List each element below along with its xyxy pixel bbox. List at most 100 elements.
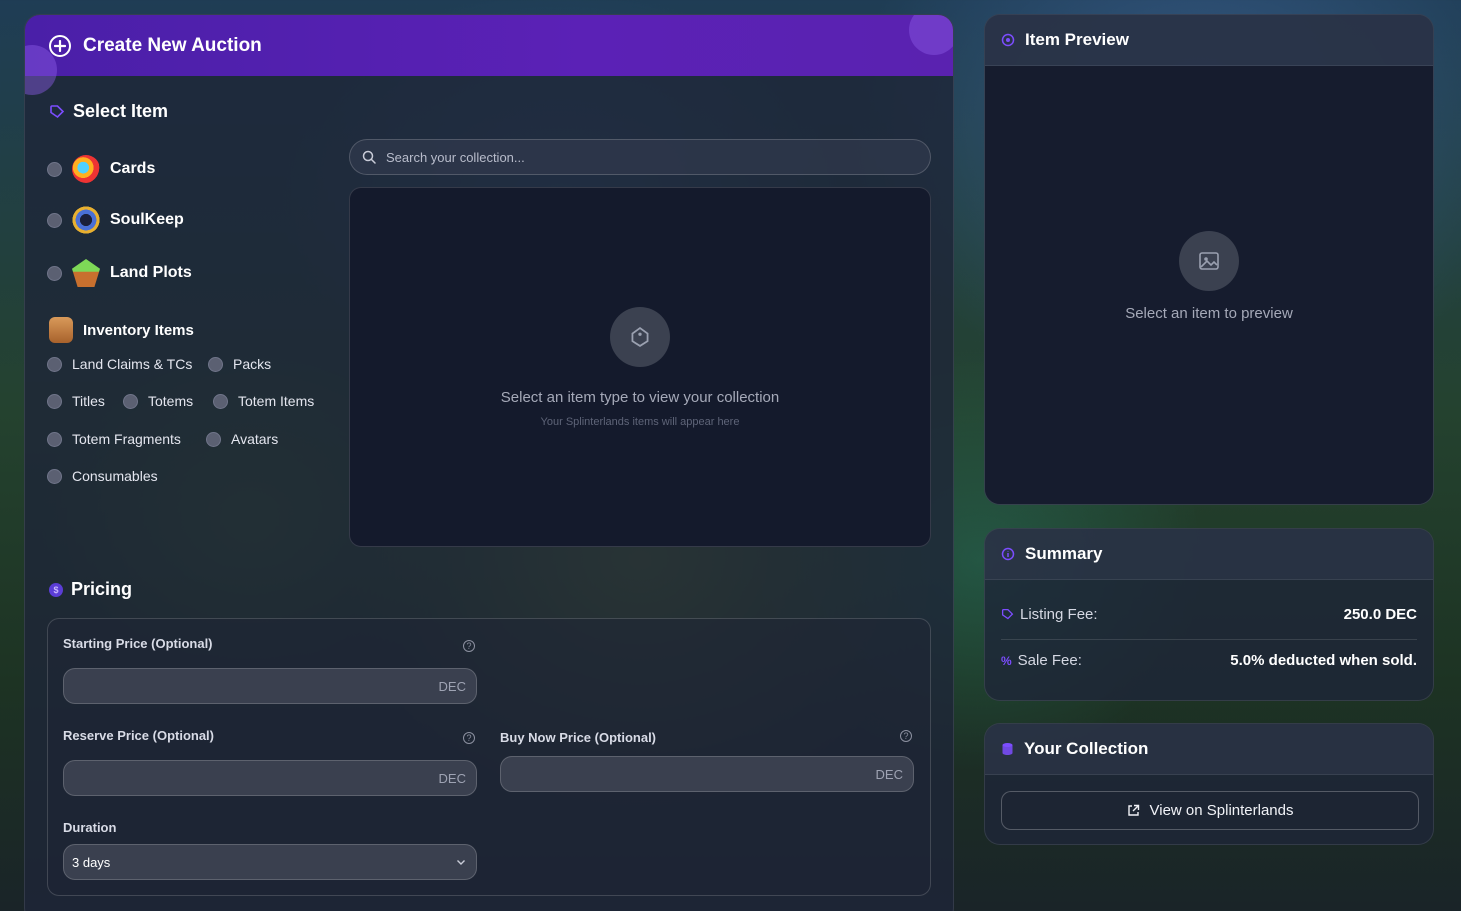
reserve-price-label: Reserve Price (Optional) (63, 728, 214, 743)
inventory-option-label: Titles (72, 393, 105, 409)
radio-button[interactable] (47, 393, 62, 409)
search-input[interactable] (386, 149, 906, 165)
item-type-label: SoulKeep (110, 211, 184, 228)
collection-empty-subtitle: Your Splinterlands items will appear her… (540, 415, 740, 428)
tag-icon (50, 104, 65, 118)
item-type-soulkeep[interactable]: SoulKeep (47, 206, 184, 234)
currency-suffix: DEC (438, 770, 466, 786)
radio-button[interactable] (213, 393, 228, 409)
item-type-label: Cards (110, 160, 156, 177)
collection-grid: Select an item type to view your collect… (349, 187, 931, 547)
inventory-option-label: Totem Fragments (72, 431, 181, 447)
view-on-splinterlands-button[interactable]: View on Splinterlands (1001, 791, 1419, 830)
buy-now-price-input[interactable]: DEC (500, 756, 914, 792)
select-item-heading: Select Item (49, 101, 168, 122)
summary-title: Summary (1025, 544, 1103, 563)
radio-button[interactable] (47, 356, 62, 372)
database-icon (1002, 743, 1013, 755)
plus-circle-icon (49, 34, 71, 57)
tag-icon (1001, 608, 1014, 620)
item-type-label: Land Plots (110, 264, 192, 281)
radio-button[interactable] (47, 468, 62, 484)
percent-icon: % (1001, 653, 1012, 668)
duration-select[interactable]: 3 days (63, 844, 477, 880)
inventory-option-label: Totems (148, 393, 194, 409)
inventory-items-title: Inventory Items (83, 321, 194, 339)
select-item-title: Select Item (73, 101, 169, 121)
inventory-option-totem-fragments[interactable]: Totem Fragments (47, 431, 181, 447)
summary-panel: Summary Listing Fee: 250.0 DEC % Sale Fe… (984, 528, 1434, 701)
eye-icon (1001, 33, 1015, 47)
backpack-icon (49, 317, 73, 343)
preview-area: Select an item to preview (985, 66, 1433, 504)
starting-price-input[interactable]: DEC (63, 668, 477, 704)
inventory-option-label: Land Claims & TCs (72, 356, 193, 372)
buy-now-price-label: Buy Now Price (Optional) (500, 730, 657, 745)
collection-search[interactable] (349, 139, 931, 175)
external-link-icon (1127, 804, 1139, 816)
info-icon (1001, 547, 1015, 561)
search-icon (362, 150, 376, 164)
dollar-circle-icon: $ (49, 582, 63, 597)
inventory-option-avatars[interactable]: Avatars (206, 431, 278, 447)
chevron-down-icon (457, 860, 465, 865)
inventory-option-consumables[interactable]: Consumables (47, 468, 158, 484)
your-collection-header: Your Collection (985, 724, 1433, 775)
preview-empty-text: Select an item to preview (1125, 304, 1293, 322)
create-auction-header: Create New Auction (25, 15, 953, 95)
your-collection-title: Your Collection (1024, 739, 1149, 758)
collection-empty-title: Select an item type to view your collect… (500, 388, 780, 406)
duration-value: 3 days (72, 854, 111, 870)
page-title: Create New Auction (83, 34, 262, 56)
create-auction-panel: Create New Auction Select Item Cards Sou… (24, 14, 954, 911)
radio-button[interactable] (47, 431, 62, 447)
radio-button[interactable] (206, 431, 221, 447)
inventory-items-heading: Inventory Items (49, 317, 194, 343)
listing-fee-value: 250.0 DEC (1343, 606, 1417, 623)
radio-button[interactable] (208, 356, 223, 372)
inventory-option-totem-items[interactable]: Totem Items (213, 393, 314, 409)
item-type-land-plots[interactable]: Land Plots (47, 259, 192, 287)
currency-suffix: DEC (438, 678, 466, 694)
inventory-option-label: Totem Items (238, 393, 315, 409)
header-decoration (909, 15, 953, 55)
sale-fee-value: 5.0% deducted when sold. (1230, 652, 1417, 669)
listing-fee-label: Listing Fee: (1020, 606, 1098, 623)
help-icon[interactable]: ? (463, 732, 475, 744)
listing-fee-row: Listing Fee: 250.0 DEC (1001, 606, 1417, 623)
sale-fee-row: % Sale Fee: 5.0% deducted when sold. (1001, 652, 1417, 669)
help-icon[interactable]: ? (900, 730, 912, 742)
reserve-price-input[interactable]: DEC (63, 760, 477, 796)
land-plots-icon (72, 259, 100, 287)
item-preview-header: Item Preview (985, 15, 1433, 66)
item-type-cards[interactable]: Cards (47, 155, 155, 183)
image-icon (1179, 230, 1239, 291)
your-collection-panel: Your Collection View on Splinterlands (984, 723, 1434, 845)
radio-button[interactable] (47, 212, 62, 228)
help-icon[interactable]: ? (463, 640, 475, 652)
cards-icon (72, 155, 100, 183)
inventory-option-label: Consumables (72, 468, 158, 484)
summary-header: Summary (985, 529, 1433, 580)
duration-label: Duration (63, 820, 117, 835)
item-preview-title: Item Preview (1025, 30, 1129, 49)
inventory-option-packs[interactable]: Packs (208, 356, 271, 372)
pricing-heading: $ Pricing (49, 579, 132, 600)
inventory-option-totems[interactable]: Totems (123, 393, 193, 409)
radio-button[interactable] (123, 393, 138, 409)
inventory-option-label: Avatars (231, 431, 279, 447)
divider (1001, 639, 1417, 640)
starting-price-label: Starting Price (Optional) (63, 636, 213, 651)
pricing-form: Starting Price (Optional) ? DEC Reserve … (47, 618, 931, 896)
currency-suffix: DEC (875, 766, 903, 782)
inventory-option-land-claims[interactable]: Land Claims & TCs (47, 356, 192, 372)
radio-button[interactable] (47, 161, 62, 177)
inventory-option-titles[interactable]: Titles (47, 393, 105, 409)
sale-fee-label: Sale Fee: (1017, 652, 1082, 669)
view-on-splinterlands-label: View on Splinterlands (1149, 802, 1294, 819)
item-preview-panel: Item Preview Select an item to preview (984, 14, 1434, 505)
inventory-option-label: Packs (233, 356, 272, 372)
pricing-title: Pricing (71, 579, 133, 599)
radio-button[interactable] (47, 265, 62, 281)
soulkeep-icon (72, 206, 100, 234)
